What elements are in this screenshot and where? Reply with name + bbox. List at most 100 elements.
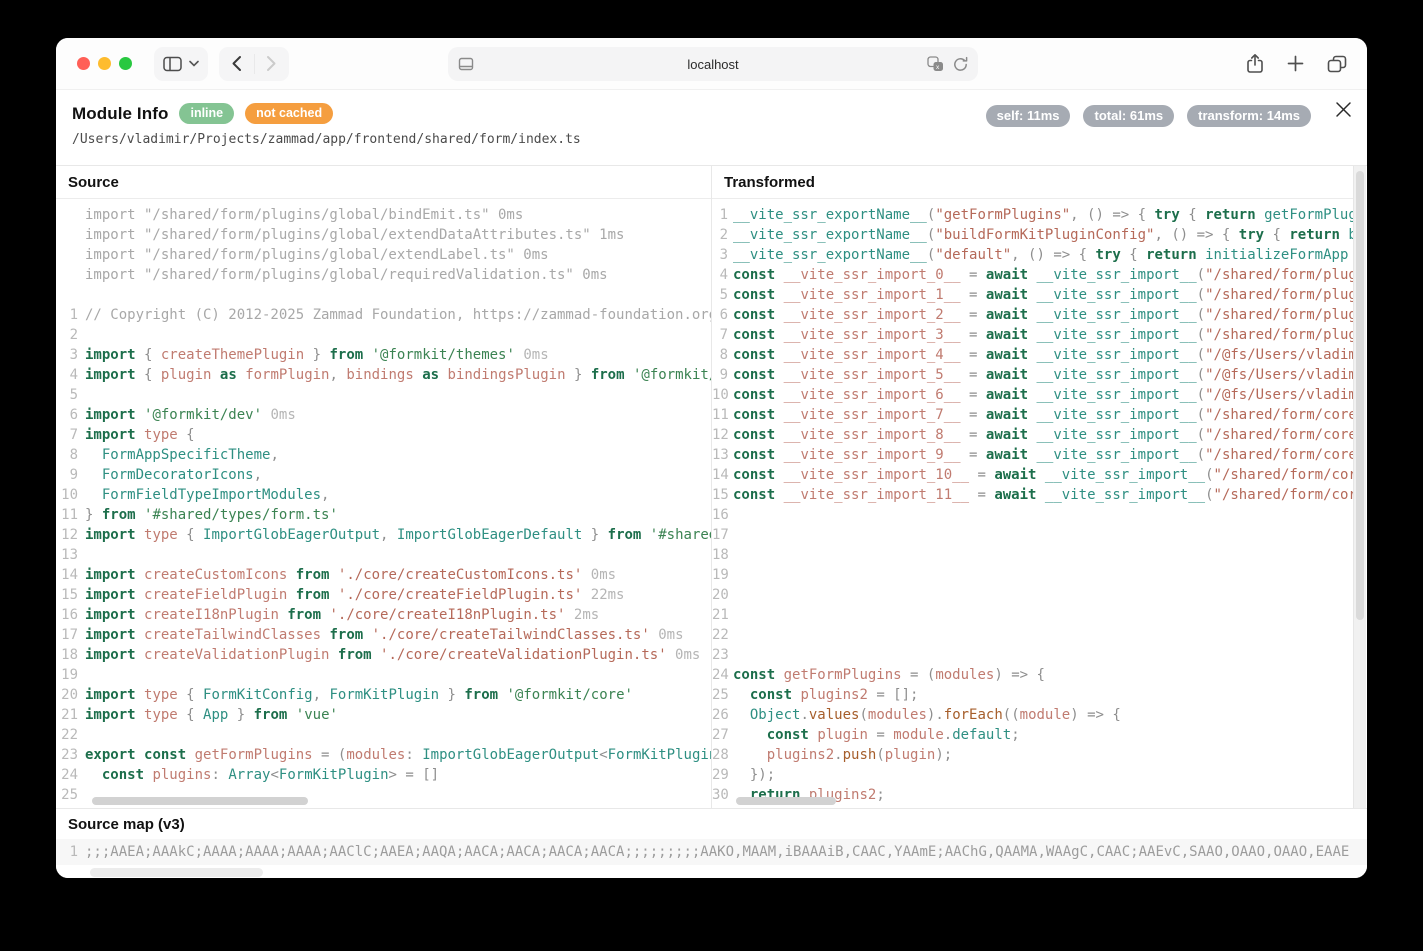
translate-icon[interactable]: x — [927, 56, 944, 72]
transformed-panel-title: Transformed — [712, 166, 1366, 199]
code-line: 7import type { — [56, 425, 711, 445]
close-button[interactable] — [1335, 101, 1352, 118]
code-line: 23 — [712, 645, 1366, 665]
code-line: 20import type { FormKitConfig, FormKitPl… — [56, 685, 711, 705]
transformed-horizontal-scrollbar[interactable] — [736, 797, 836, 805]
transformed-code: 1__vite_ssr_exportName__("getFormPlugins… — [712, 199, 1366, 809]
new-tab-button[interactable] — [1287, 55, 1304, 72]
code-line: 16 — [712, 505, 1366, 525]
code-line: 21import type { App } from 'vue' — [56, 705, 711, 725]
code-line: 4const __vite_ssr_import_0__ = await __v… — [712, 265, 1366, 285]
back-button[interactable] — [231, 55, 242, 72]
code-line: import "/shared/form/plugins/global/requ… — [56, 265, 711, 285]
show-all-tabs-button[interactable] — [1327, 55, 1347, 73]
sourcemap-section: Source map (v3) 1 ;;;AAEA;AAAkC;AAAA;AAA… — [56, 808, 1367, 878]
transformed-panel: Transformed 1__vite_ssr_exportName__("ge… — [711, 166, 1366, 808]
sourcemap-line: 1 ;;;AAEA;AAAkC;AAAA;AAAA;AAAA;AAClC;AAE… — [56, 839, 1367, 865]
traffic-lights — [77, 57, 132, 70]
sidebar-icon — [163, 56, 182, 72]
code-line: 29 }); — [712, 765, 1366, 785]
code-line — [56, 285, 711, 305]
code-line: 7const __vite_ssr_import_3__ = await __v… — [712, 325, 1366, 345]
code-line: 20 — [712, 585, 1366, 605]
code-line: 14import createCustomIcons from './core/… — [56, 565, 711, 585]
code-line: 15const __vite_ssr_import_11__ = await _… — [712, 485, 1366, 505]
chevron-down-icon — [189, 60, 199, 67]
code-line: 12import type { ImportGlobEagerOutput, I… — [56, 525, 711, 545]
zoom-window-button[interactable] — [119, 57, 132, 70]
url-text: localhost — [448, 57, 978, 72]
code-line: 3import { createThemePlugin } from '@for… — [56, 345, 711, 365]
module-file-path: /Users/vladimir/Projects/zammad/app/fron… — [72, 132, 1351, 147]
code-line: 6import '@formkit/dev' 0ms — [56, 405, 711, 425]
code-line: 18import createValidationPlugin from './… — [56, 645, 711, 665]
share-button[interactable] — [1246, 53, 1264, 74]
sourcemap-title: Source map (v3) — [56, 809, 1367, 839]
module-info-header: Module Info inline not cached self: 11ms… — [56, 90, 1367, 165]
code-line: 23export const getFormPlugins = (modules… — [56, 745, 711, 765]
code-line: 2__vite_ssr_exportName__("buildFormKitPl… — [712, 225, 1366, 245]
code-line: 26 Object.values(modules).forEach((modul… — [712, 705, 1366, 725]
code-line: 6const __vite_ssr_import_2__ = await __v… — [712, 305, 1366, 325]
sourcemap-mappings: ;;;AAEA;AAAkC;AAAA;AAAA;AAAA;AAClC;AAEA;… — [85, 844, 1367, 860]
inline-badge: inline — [179, 103, 234, 124]
source-panel-title: Source — [56, 166, 711, 199]
page-title: Module Info — [72, 104, 168, 124]
code-line: 25 const plugins2 = []; — [712, 685, 1366, 705]
code-line: 21 — [712, 605, 1366, 625]
code-line: 10 FormFieldTypeImportModules, — [56, 485, 711, 505]
timing-badges: self: 11ms total: 61ms transform: 14ms — [986, 105, 1311, 127]
code-line: 3__vite_ssr_exportName__("default", () =… — [712, 245, 1366, 265]
sourcemap-horizontal-scrollbar[interactable] — [90, 868, 263, 877]
code-line: 14const __vite_ssr_import_10__ = await _… — [712, 465, 1366, 485]
code-line: 5const __vite_ssr_import_1__ = await __v… — [712, 285, 1366, 305]
code-line: 12const __vite_ssr_import_8__ = await __… — [712, 425, 1366, 445]
close-window-button[interactable] — [77, 57, 90, 70]
source-panel: Source import "/shared/form/plugins/glob… — [56, 166, 711, 808]
url-field[interactable]: localhost x — [448, 47, 978, 81]
transform-time-badge: transform: 14ms — [1187, 105, 1311, 127]
not-cached-badge: not cached — [245, 103, 333, 124]
code-line: 2 — [56, 325, 711, 345]
reload-icon[interactable] — [952, 56, 969, 73]
browser-window: localhost x Module Info — [56, 38, 1367, 878]
source-code: import "/shared/form/plugins/global/bind… — [56, 199, 711, 809]
code-line: 19 — [56, 665, 711, 685]
code-panels: Source import "/shared/form/plugins/glob… — [56, 165, 1367, 808]
code-line: 22 — [56, 725, 711, 745]
code-line: 19 — [712, 565, 1366, 585]
code-line: import "/shared/form/plugins/global/bind… — [56, 205, 711, 225]
code-line: 9 FormDecoratorIcons, — [56, 465, 711, 485]
sidebar-toggle-button[interactable] — [154, 47, 208, 81]
code-line: 1__vite_ssr_exportName__("getFormPlugins… — [712, 205, 1366, 225]
code-line: 1// Copyright (C) 2012-2025 Zammad Found… — [56, 305, 711, 325]
code-line: 13const __vite_ssr_import_9__ = await __… — [712, 445, 1366, 465]
code-line: 8const __vite_ssr_import_4__ = await __v… — [712, 345, 1366, 365]
code-line: 17 — [712, 525, 1366, 545]
code-line: 28 plugins2.push(plugin); — [712, 745, 1366, 765]
code-line: 17import createTailwindClasses from './c… — [56, 625, 711, 645]
code-line: import "/shared/form/plugins/global/exte… — [56, 245, 711, 265]
code-line: 16import createI18nPlugin from './core/c… — [56, 605, 711, 625]
total-time-badge: total: 61ms — [1083, 105, 1174, 127]
code-line: 9const __vite_ssr_import_5__ = await __v… — [712, 365, 1366, 385]
code-line: 13 — [56, 545, 711, 565]
minimize-window-button[interactable] — [98, 57, 111, 70]
code-line: 11} from '#shared/types/form.ts' — [56, 505, 711, 525]
source-horizontal-scrollbar[interactable] — [92, 797, 308, 805]
code-line: 10const __vite_ssr_import_6__ = await __… — [712, 385, 1366, 405]
self-time-badge: self: 11ms — [986, 105, 1071, 127]
scrollbar-thumb[interactable] — [1356, 171, 1364, 620]
code-line: import "/shared/form/plugins/global/exte… — [56, 225, 711, 245]
code-line: 24 const plugins: Array<FormKitPlugin> =… — [56, 765, 711, 785]
transformed-vertical-scrollbar[interactable] — [1353, 166, 1366, 808]
code-line: 27 const plugin = module.default; — [712, 725, 1366, 745]
code-line: 15import createFieldPlugin from './core/… — [56, 585, 711, 605]
code-line: 22 — [712, 625, 1366, 645]
nav-divider — [254, 54, 255, 74]
code-line: 5 — [56, 385, 711, 405]
code-line: 24const getFormPlugins = (modules) => { — [712, 665, 1366, 685]
code-line: 18 — [712, 545, 1366, 565]
code-line: 11const __vite_ssr_import_7__ = await __… — [712, 405, 1366, 425]
forward-button[interactable] — [266, 55, 277, 72]
